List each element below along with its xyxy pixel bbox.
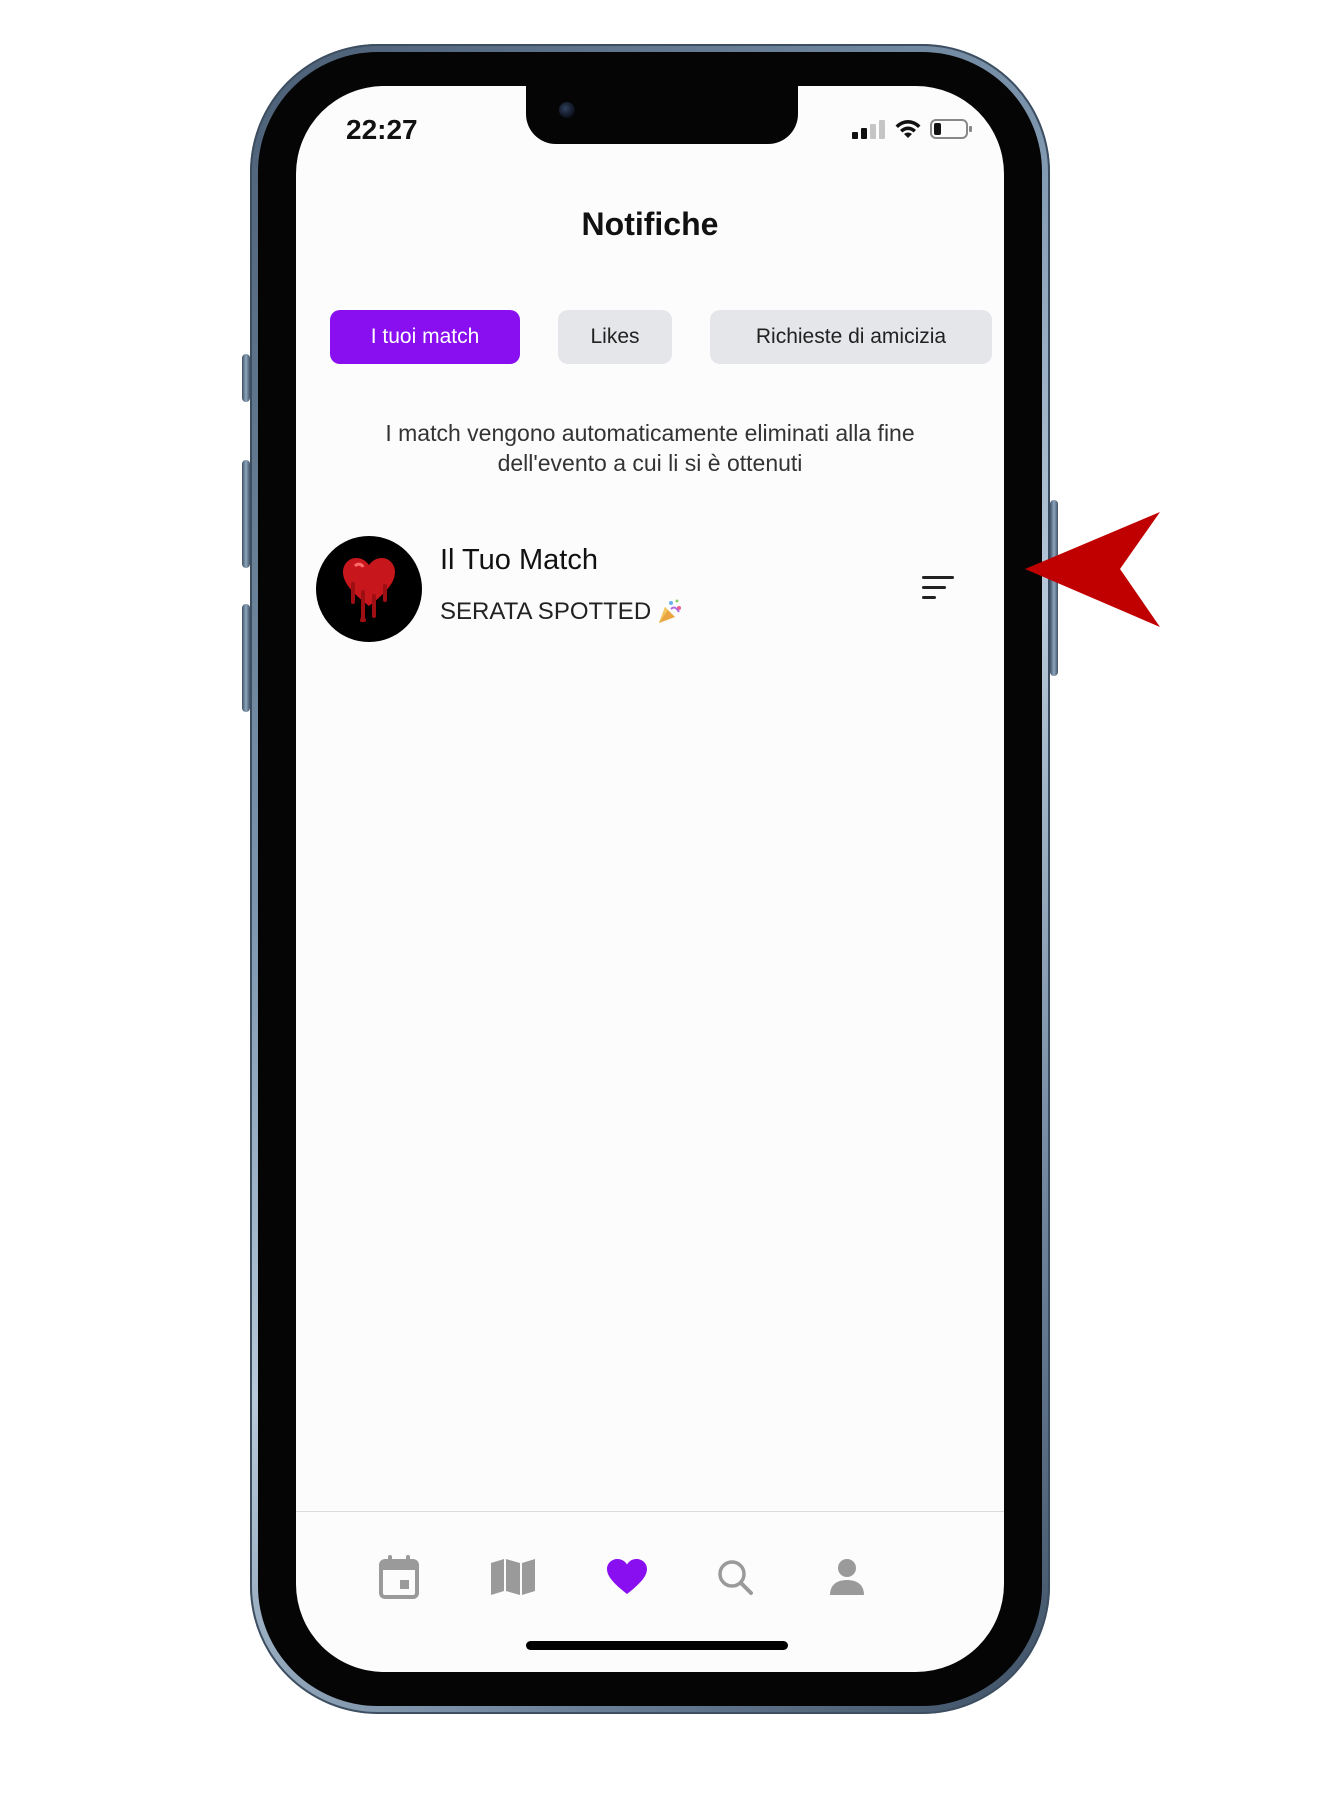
map-icon	[491, 1559, 535, 1595]
volume-up-button	[242, 460, 250, 568]
match-event-name: SERATA SPOTTED	[440, 598, 652, 625]
nav-calendar[interactable]	[374, 1552, 424, 1602]
nav-map[interactable]	[488, 1552, 538, 1602]
tab-friend-requests[interactable]: Richieste di amicizia	[710, 310, 992, 364]
match-subtitle: SERATA SPOTTED	[440, 598, 683, 626]
match-list-item[interactable]: Il Tuo Match SERATA SPOTTED	[316, 536, 984, 646]
home-indicator	[526, 1641, 788, 1650]
notch	[526, 86, 798, 144]
app-screen: 22:27 Notifiche I tuoi match Likes Richi…	[296, 86, 1004, 1672]
nav-search[interactable]	[710, 1552, 760, 1602]
page: 22:27 Notifiche I tuoi match Likes Richi…	[0, 0, 1320, 1800]
bleeding-heart-icon	[343, 558, 395, 622]
options-menu-icon[interactable]	[922, 574, 956, 602]
tab-your-matches[interactable]: I tuoi match	[330, 310, 520, 364]
phone-bezel: 22:27 Notifiche I tuoi match Likes Richi…	[258, 52, 1042, 1706]
search-icon	[718, 1560, 753, 1595]
pointer-arrow-icon	[1025, 512, 1160, 627]
match-title: Il Tuo Match	[440, 544, 598, 576]
mute-switch	[242, 354, 250, 402]
profile-icon	[830, 1559, 864, 1595]
status-time: 22:27	[346, 114, 418, 145]
heart-icon	[607, 1559, 647, 1594]
nav-profile[interactable]	[822, 1552, 872, 1602]
status-icons	[852, 118, 974, 140]
battery-icon	[930, 119, 972, 139]
phone-frame: 22:27 Notifiche I tuoi match Likes Richi…	[242, 44, 1058, 1714]
cellular-signal-icon	[852, 120, 885, 139]
tab-likes[interactable]: Likes	[558, 310, 672, 364]
info-text: I match vengono automaticamente eliminat…	[385, 420, 915, 476]
wifi-icon	[895, 120, 921, 138]
nav-matches[interactable]	[602, 1552, 652, 1602]
page-title: Notifiche	[581, 206, 719, 242]
party-popper-icon	[659, 599, 682, 623]
calendar-icon	[379, 1555, 419, 1599]
avatar	[316, 536, 422, 642]
volume-down-button	[242, 604, 250, 712]
front-camera	[559, 102, 575, 118]
